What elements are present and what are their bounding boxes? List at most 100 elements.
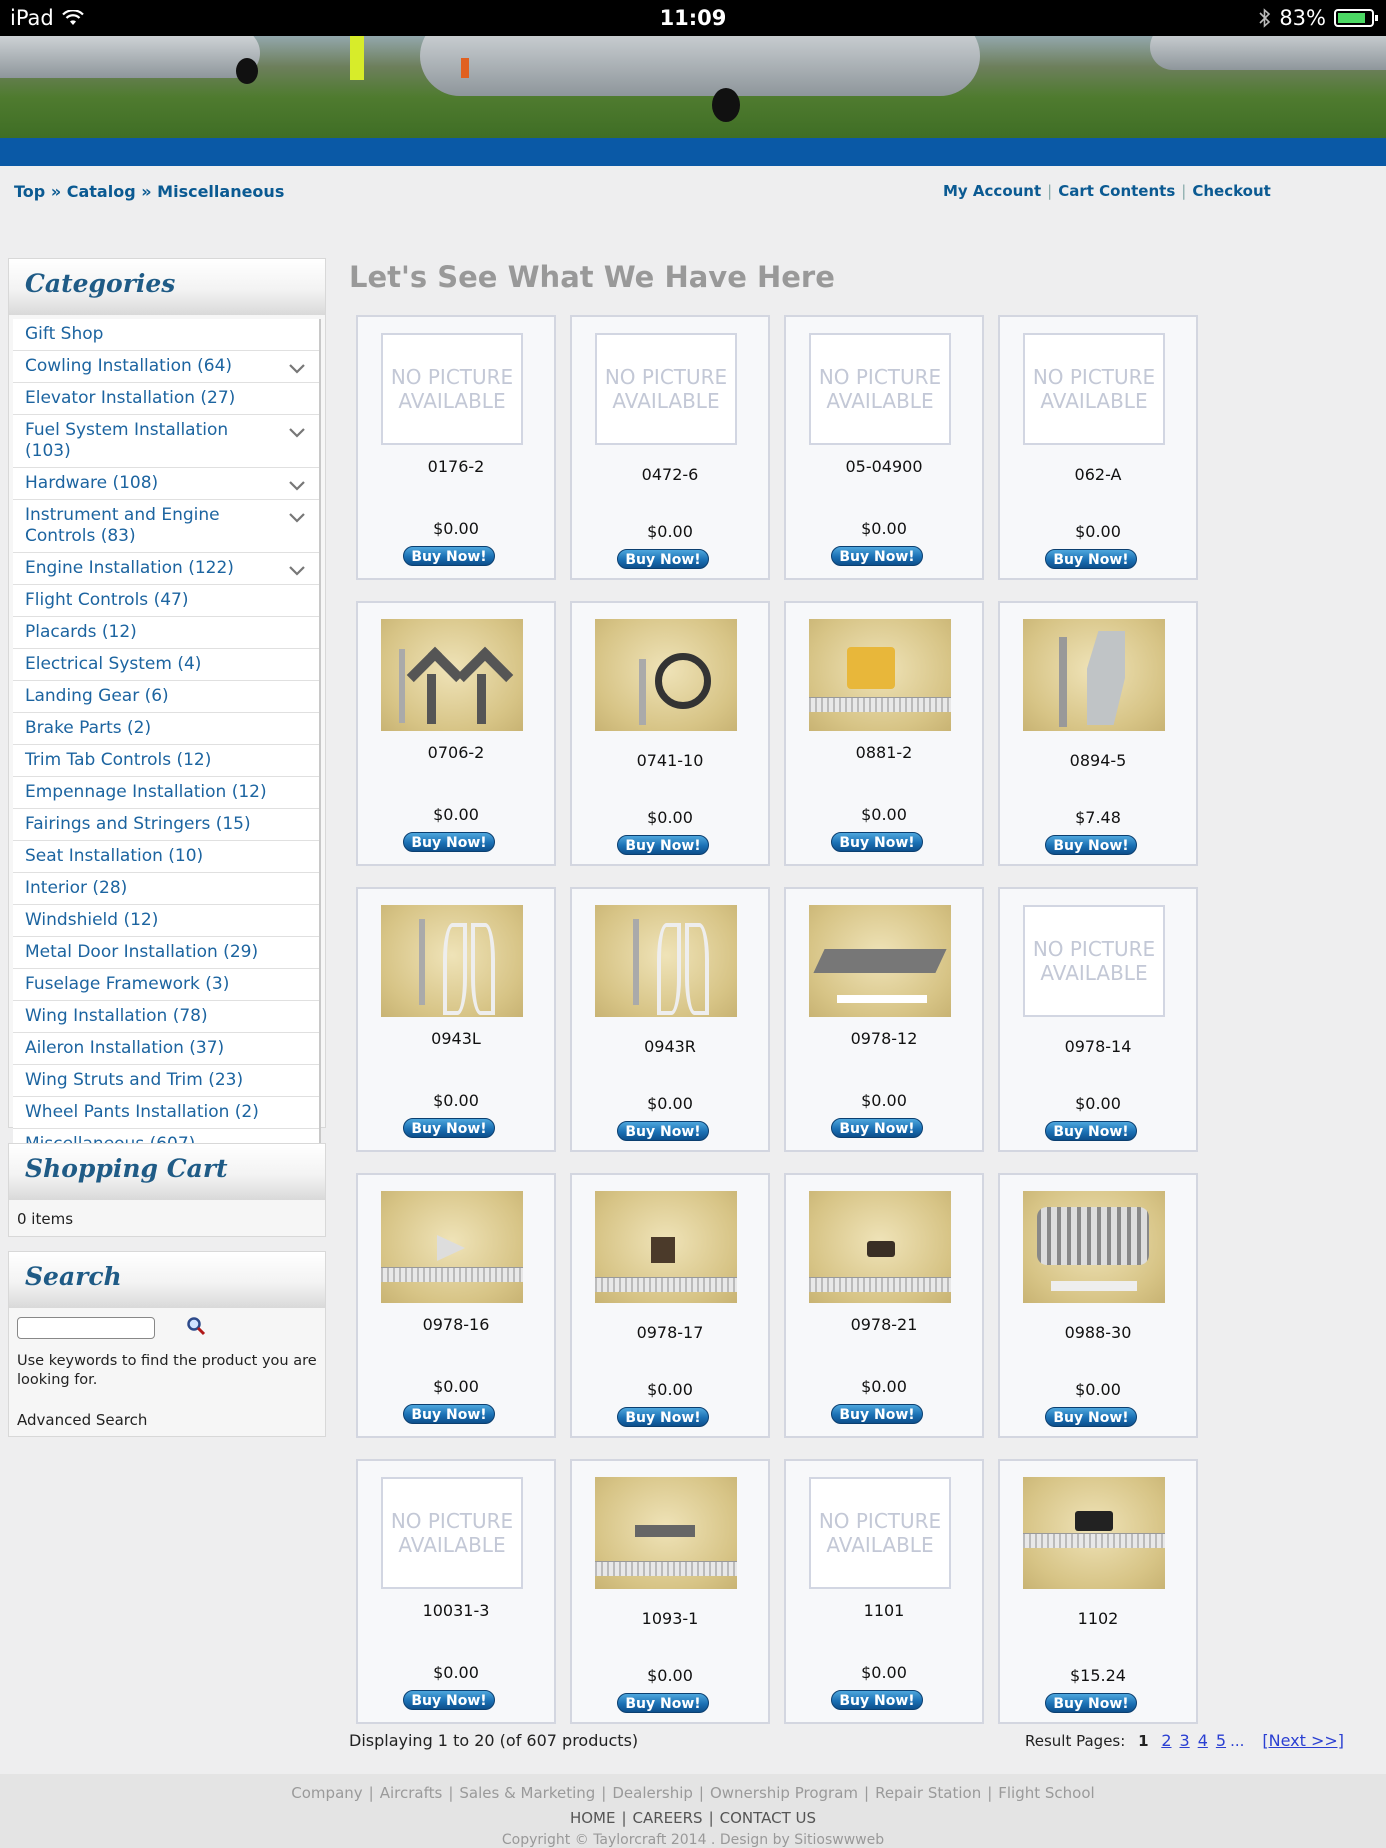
buy-now-button[interactable]: Buy Now! (1045, 835, 1137, 855)
product-code[interactable]: 0978-21 (786, 1315, 982, 1334)
product-card[interactable]: 0988-30 $0.00 Buy Now! (998, 1173, 1198, 1438)
search-input[interactable] (17, 1317, 155, 1339)
product-card[interactable]: 1093-1 $0.00 Buy Now! (570, 1459, 770, 1724)
category-item[interactable]: Instrument and Engine Controls (83) (13, 500, 319, 553)
product-card[interactable]: 0706-2 $0.00 Buy Now! (356, 601, 556, 866)
product-card[interactable]: NO PICTURE AVAILABLE 1101 $0.00 Buy Now! (784, 1459, 984, 1724)
product-image-placeholder[interactable]: NO PICTURE AVAILABLE (595, 333, 737, 445)
category-item[interactable]: Gift Shop (13, 319, 319, 351)
checkout-link[interactable]: Checkout (1192, 182, 1270, 200)
my-account-link[interactable]: My Account (943, 182, 1041, 200)
page-link[interactable]: 5 (1216, 1731, 1226, 1750)
buy-now-button[interactable]: Buy Now! (403, 1118, 495, 1138)
category-item[interactable]: Seat Installation (10) (13, 841, 319, 873)
page-link[interactable]: 4 (1198, 1731, 1208, 1750)
product-image[interactable] (595, 905, 737, 1017)
category-item[interactable]: Fuel System Installation (103) (13, 415, 319, 468)
product-card[interactable]: 0894-5 $7.48 Buy Now! (998, 601, 1198, 866)
product-card[interactable]: NO PICTURE AVAILABLE 10031-3 $0.00 Buy Now! (356, 1459, 556, 1724)
buy-now-button[interactable]: Buy Now! (403, 1690, 495, 1710)
product-image[interactable] (381, 905, 523, 1017)
product-image[interactable] (595, 1477, 737, 1589)
buy-now-button[interactable]: Buy Now! (831, 546, 923, 566)
product-code[interactable]: 0988-30 (1000, 1323, 1196, 1342)
product-image-placeholder[interactable]: NO PICTURE AVAILABLE (381, 1477, 523, 1589)
product-code[interactable]: 1101 (786, 1601, 982, 1620)
product-card[interactable]: 0741-10 $0.00 Buy Now! (570, 601, 770, 866)
product-code[interactable]: 062-A (1000, 465, 1196, 484)
product-code[interactable]: 0881-2 (786, 743, 982, 762)
buy-now-button[interactable]: Buy Now! (1045, 1407, 1137, 1427)
buy-now-button[interactable]: Buy Now! (1045, 1121, 1137, 1141)
buy-now-button[interactable]: Buy Now! (1045, 549, 1137, 569)
product-code[interactable]: 0472-6 (572, 465, 768, 484)
advanced-search-link[interactable]: Advanced Search (17, 1411, 317, 1429)
product-image[interactable] (595, 619, 737, 731)
buy-now-button[interactable]: Buy Now! (617, 1693, 709, 1713)
category-item[interactable]: Interior (28) (13, 873, 319, 905)
product-code[interactable]: 0741-10 (572, 751, 768, 770)
product-image-placeholder[interactable]: NO PICTURE AVAILABLE (1023, 905, 1165, 1017)
product-code[interactable]: 0706-2 (358, 743, 554, 762)
product-image-placeholder[interactable]: NO PICTURE AVAILABLE (1023, 333, 1165, 445)
product-card[interactable]: 0978-21 $0.00 Buy Now! (784, 1173, 984, 1438)
breadcrumb-catalog[interactable]: Catalog (67, 182, 136, 201)
buy-now-button[interactable]: Buy Now! (831, 1118, 923, 1138)
product-image-placeholder[interactable]: NO PICTURE AVAILABLE (809, 1477, 951, 1589)
category-item[interactable]: Metal Door Installation (29) (13, 937, 319, 969)
category-item[interactable]: Wheel Pants Installation (2) (13, 1097, 319, 1129)
product-code[interactable]: 0176-2 (358, 457, 554, 476)
buy-now-button[interactable]: Buy Now! (831, 1690, 923, 1710)
breadcrumb-top[interactable]: Top (14, 182, 45, 201)
category-item[interactable]: Engine Installation (122) (13, 553, 319, 585)
product-code[interactable]: 0943L (358, 1029, 554, 1048)
product-code[interactable]: 0894-5 (1000, 751, 1196, 770)
category-item[interactable]: Electrical System (4) (13, 649, 319, 681)
product-card[interactable]: NO PICTURE AVAILABLE 05-04900 $0.00 Buy Now! (784, 315, 984, 580)
footer-link[interactable]: Dealership (612, 1784, 693, 1802)
footer-link[interactable]: Company (291, 1784, 362, 1802)
product-code[interactable]: 0978-16 (358, 1315, 554, 1334)
chevron-down-icon[interactable] (289, 424, 305, 445)
footer-link[interactable]: Flight School (998, 1784, 1094, 1802)
product-code[interactable]: 05-04900 (786, 457, 982, 476)
chevron-down-icon[interactable] (289, 562, 305, 583)
product-code[interactable]: 0978-14 (1000, 1037, 1196, 1056)
footer-link[interactable]: Sales & Marketing (459, 1784, 595, 1802)
product-card[interactable]: 0978-17 $0.00 Buy Now! (570, 1173, 770, 1438)
category-item[interactable]: Landing Gear (6) (13, 681, 319, 713)
product-image[interactable] (809, 619, 951, 731)
product-image[interactable] (1023, 619, 1165, 731)
category-item[interactable]: Placards (12) (13, 617, 319, 649)
product-image[interactable] (1023, 1191, 1165, 1303)
product-card[interactable]: 0943L $0.00 Buy Now! (356, 887, 556, 1152)
product-image[interactable] (809, 905, 951, 1017)
breadcrumb-current[interactable]: Miscellaneous (157, 182, 284, 201)
product-card[interactable]: 1102 $15.24 Buy Now! (998, 1459, 1198, 1724)
category-item[interactable]: Trim Tab Controls (12) (13, 745, 319, 777)
next-page-link[interactable]: [Next >>] (1262, 1731, 1344, 1750)
category-item[interactable]: Fairings and Stringers (15) (13, 809, 319, 841)
product-card[interactable]: 0943R $0.00 Buy Now! (570, 887, 770, 1152)
buy-now-button[interactable]: Buy Now! (403, 546, 495, 566)
footer-link[interactable]: CONTACT US (720, 1809, 816, 1827)
product-image[interactable] (381, 619, 523, 731)
buy-now-button[interactable]: Buy Now! (617, 1121, 709, 1141)
product-card[interactable]: NO PICTURE AVAILABLE 0472-6 $0.00 Buy Now! (570, 315, 770, 580)
product-code[interactable]: 0978-17 (572, 1323, 768, 1342)
product-card[interactable]: NO PICTURE AVAILABLE 062-A $0.00 Buy Now! (998, 315, 1198, 580)
chevron-down-icon[interactable] (289, 360, 305, 381)
category-item[interactable]: Wing Struts and Trim (23) (13, 1065, 319, 1097)
product-image[interactable] (595, 1191, 737, 1303)
category-item[interactable]: Fuselage Framework (3) (13, 969, 319, 1001)
search-icon[interactable] (186, 1316, 206, 1340)
chevron-down-icon[interactable] (289, 477, 305, 498)
buy-now-button[interactable]: Buy Now! (403, 1404, 495, 1424)
buy-now-button[interactable]: Buy Now! (831, 1404, 923, 1424)
product-card[interactable]: NO PICTURE AVAILABLE 0176-2 $0.00 Buy Now! (356, 315, 556, 580)
product-image-placeholder[interactable]: NO PICTURE AVAILABLE (809, 333, 951, 445)
page-link[interactable]: 2 (1161, 1731, 1171, 1750)
cart-contents-link[interactable]: Cart Contents (1058, 182, 1175, 200)
category-item[interactable]: Hardware (108) (13, 468, 319, 500)
footer-link[interactable]: HOME (570, 1809, 616, 1827)
